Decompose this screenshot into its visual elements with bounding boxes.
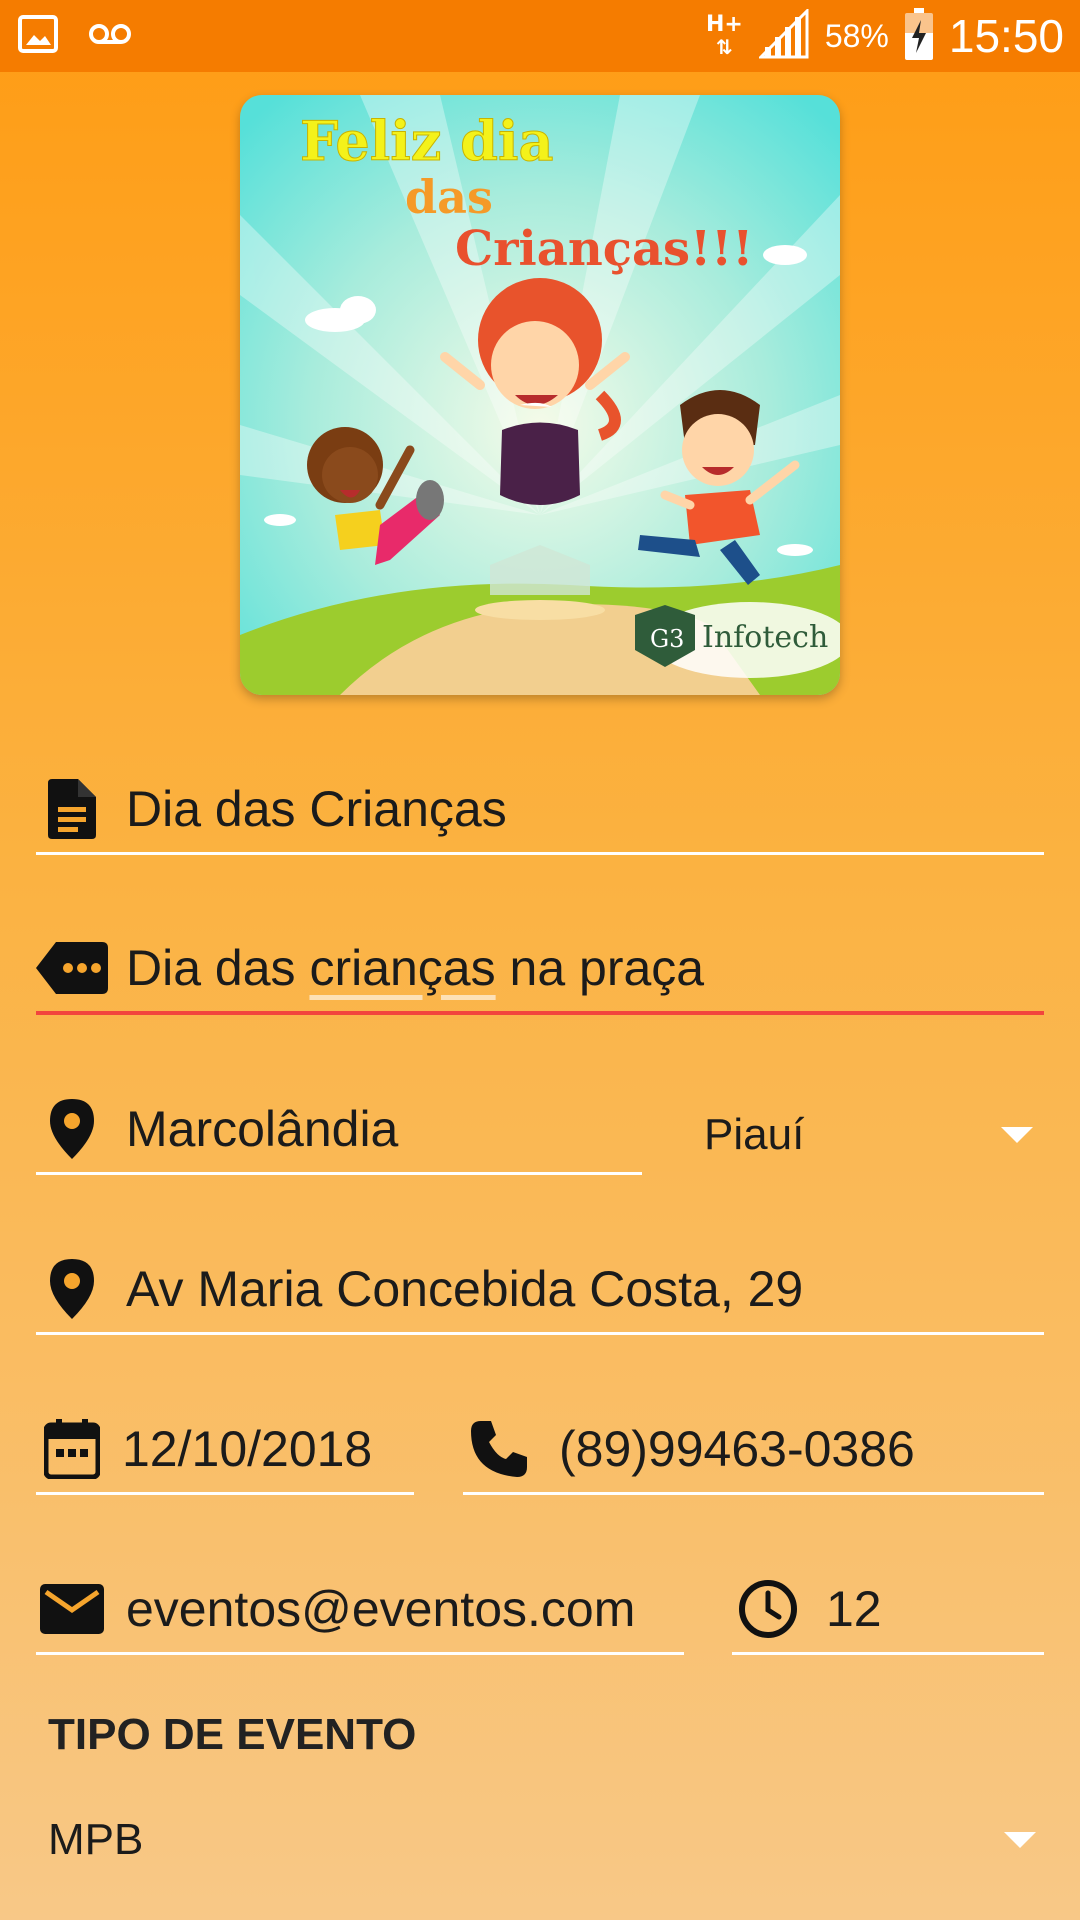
- phone-value: (89)99463-0386: [559, 1420, 915, 1477]
- address-value: Av Maria Concebida Costa, 29: [126, 1260, 804, 1317]
- battery-percentage: 58%: [824, 17, 889, 54]
- time-value: 12: [826, 1580, 882, 1637]
- clock-icon: [732, 1573, 804, 1645]
- state-value: Piauí: [704, 1110, 805, 1159]
- chevron-down-icon: [1001, 1127, 1033, 1143]
- phone-icon: [463, 1413, 535, 1485]
- event-title-field[interactable]: Dia das Crianças: [36, 765, 1044, 855]
- battery-charging-icon: [904, 7, 933, 65]
- location-pin-icon: [36, 1253, 108, 1325]
- state-dropdown[interactable]: Piauí: [700, 1095, 1045, 1175]
- calendar-icon: [36, 1413, 108, 1485]
- phone-field[interactable]: (89)99463-0386: [463, 1405, 1044, 1495]
- address-field[interactable]: Av Maria Concebida Costa, 29: [36, 1245, 1044, 1335]
- label-icon: [36, 932, 108, 1004]
- email-value: eventos@eventos.com: [126, 1580, 636, 1637]
- clock-time: 15:50: [948, 10, 1064, 62]
- mail-icon: [36, 1573, 108, 1645]
- document-icon: [36, 773, 108, 845]
- logo-text: Infotech: [702, 620, 828, 655]
- image-icon: [18, 14, 58, 59]
- logo-mark: G3: [650, 625, 684, 653]
- email-field[interactable]: eventos@eventos.com: [36, 1565, 684, 1655]
- city-value: Marcolândia: [126, 1100, 399, 1157]
- event-type-dropdown[interactable]: MPB: [48, 1800, 1048, 1880]
- chevron-down-icon: [1004, 1832, 1036, 1848]
- status-bar: H+ ⇅ 58% 15:50: [0, 0, 1080, 72]
- banner-title-line2: das: [405, 170, 493, 224]
- event-description-value: Dia das crianças na praça: [126, 940, 705, 996]
- event-banner-image[interactable]: Feliz dia das Crianças!!! G3 Infotech: [240, 95, 840, 695]
- event-title-value: Dia das Crianças: [126, 780, 507, 837]
- city-field[interactable]: Marcolândia: [36, 1085, 642, 1175]
- banner-title-line1: Feliz dia: [300, 109, 554, 173]
- signal-icon: [757, 6, 809, 64]
- banner-title-line3: Crianças!!!: [455, 221, 753, 277]
- event-type-label: TIPO DE EVENTO: [48, 1710, 417, 1759]
- event-type-value: MPB: [48, 1815, 144, 1864]
- date-field[interactable]: 12/10/2018: [36, 1405, 414, 1495]
- network-type: H+ ⇅: [705, 12, 743, 59]
- voicemail-icon: [88, 21, 132, 52]
- location-pin-icon: [36, 1093, 108, 1165]
- time-field[interactable]: 12: [732, 1565, 1044, 1655]
- event-description-field[interactable]: Dia das crianças na praça: [36, 925, 1044, 1015]
- date-value: 12/10/2018: [122, 1420, 373, 1477]
- misspelled-word: crianças: [309, 940, 496, 996]
